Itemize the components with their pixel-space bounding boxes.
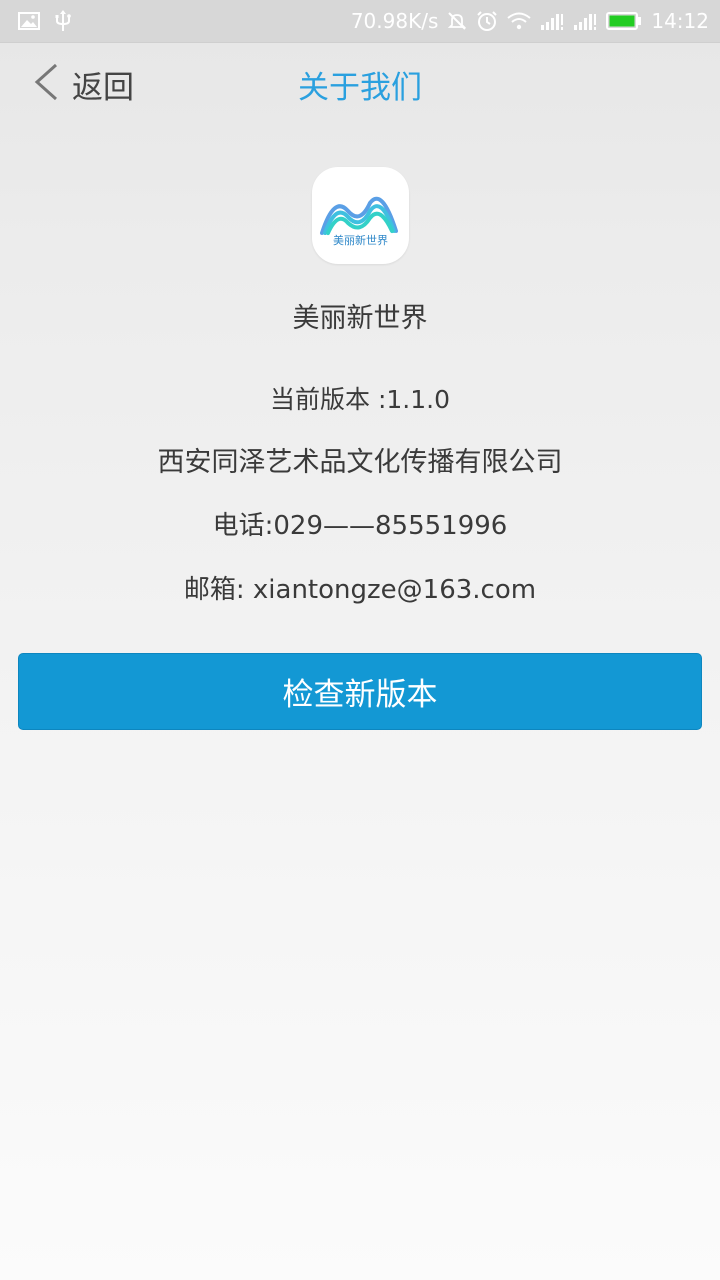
mute-icon	[447, 11, 467, 31]
network-speed: 70.98K/s	[350, 9, 439, 33]
check-update-button[interactable]: 检查新版本	[18, 653, 702, 730]
app-logo: 美丽新世界	[312, 167, 409, 264]
status-bar-left	[18, 9, 72, 33]
current-version: 当前版本 :1.1.0	[270, 385, 450, 414]
usb-icon	[54, 10, 72, 32]
phone-number: 电话:029——85551996	[212, 511, 508, 541]
image-icon	[18, 12, 40, 30]
page-title: 关于我们	[298, 70, 422, 106]
battery-icon	[606, 12, 642, 30]
status-bar: 70.98K/s 14:12	[0, 0, 720, 43]
app-name: 美丽新世界	[292, 303, 428, 334]
signal-icon	[540, 12, 564, 30]
logo-text: 美丽新世界	[333, 233, 388, 247]
company-name: 西安同泽艺术品文化传播有限公司	[157, 447, 563, 478]
alarm-icon	[476, 10, 498, 32]
email-address: 邮箱: xiantongze@163.com	[183, 575, 537, 605]
status-bar-right: 70.98K/s 14:12	[351, 6, 709, 36]
wifi-icon	[507, 12, 531, 30]
signal-icon	[573, 12, 597, 30]
clock: 14:12	[651, 9, 709, 33]
